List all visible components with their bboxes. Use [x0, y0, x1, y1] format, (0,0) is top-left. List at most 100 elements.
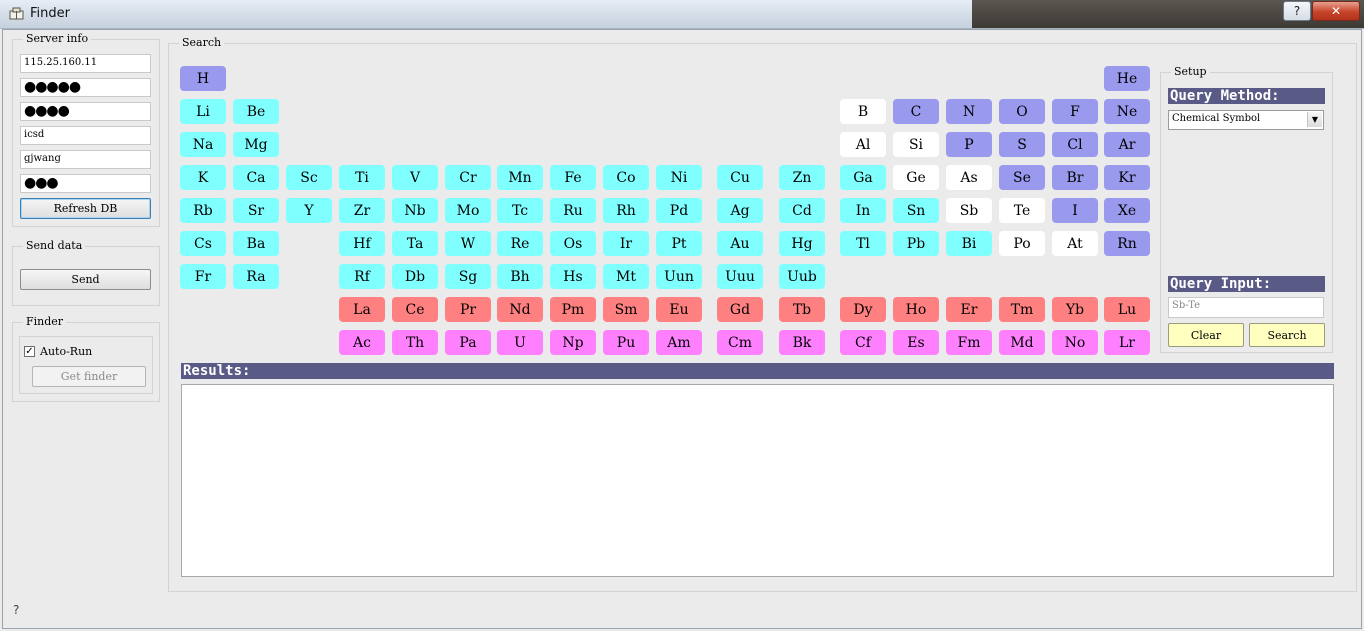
element-ge-button[interactable]: Ge [893, 165, 939, 190]
user-field[interactable]: gjwang [20, 150, 151, 169]
element-ca-button[interactable]: Ca [233, 165, 279, 190]
query-input-field[interactable]: Sb-Te [1168, 297, 1324, 318]
element-ra-button[interactable]: Ra [233, 264, 279, 289]
element-h-button[interactable]: H [180, 66, 226, 91]
element-u-button[interactable]: U [497, 330, 543, 355]
results-area[interactable] [181, 384, 1334, 577]
element-bh-button[interactable]: Bh [497, 264, 543, 289]
element-rh-button[interactable]: Rh [603, 198, 649, 223]
element-sb-button[interactable]: Sb [946, 198, 992, 223]
element-ba-button[interactable]: Ba [233, 231, 279, 256]
element-cd-button[interactable]: Cd [779, 198, 825, 223]
element-fe-button[interactable]: Fe [550, 165, 596, 190]
element-tb-button[interactable]: Tb [779, 297, 825, 322]
element-pu-button[interactable]: Pu [603, 330, 649, 355]
element-md-button[interactable]: Md [999, 330, 1045, 355]
element-sn-button[interactable]: Sn [893, 198, 939, 223]
element-zr-button[interactable]: Zr [339, 198, 385, 223]
element-rn-button[interactable]: Rn [1104, 231, 1150, 256]
element-hg-button[interactable]: Hg [779, 231, 825, 256]
element-ir-button[interactable]: Ir [603, 231, 649, 256]
element-b-button[interactable]: B [840, 99, 886, 124]
element-uuu-button[interactable]: Uuu [717, 264, 763, 289]
clear-button[interactable]: Clear [1168, 323, 1244, 347]
element-ti-button[interactable]: Ti [339, 165, 385, 190]
element-li-button[interactable]: Li [180, 99, 226, 124]
element-rf-button[interactable]: Rf [339, 264, 385, 289]
refresh-db-button[interactable]: Refresh DB [20, 198, 151, 219]
element-na-button[interactable]: Na [180, 132, 226, 157]
element-tc-button[interactable]: Tc [497, 198, 543, 223]
element-xe-button[interactable]: Xe [1104, 198, 1150, 223]
element-re-button[interactable]: Re [497, 231, 543, 256]
query-method-select[interactable]: Chemical Symbol ▼ [1168, 110, 1324, 130]
auto-run-checkbox[interactable]: ✓ [24, 346, 35, 357]
element-pm-button[interactable]: Pm [550, 297, 596, 322]
element-ne-button[interactable]: Ne [1104, 99, 1150, 124]
element-ho-button[interactable]: Ho [893, 297, 939, 322]
element-ga-button[interactable]: Ga [840, 165, 886, 190]
element-lu-button[interactable]: Lu [1104, 297, 1150, 322]
element-hs-button[interactable]: Hs [550, 264, 596, 289]
element-cl-button[interactable]: Cl [1052, 132, 1098, 157]
masked-field-2[interactable]: ●●●● [20, 102, 151, 121]
element-am-button[interactable]: Am [656, 330, 702, 355]
element-no-button[interactable]: No [1052, 330, 1098, 355]
element-hf-button[interactable]: Hf [339, 231, 385, 256]
element-sm-button[interactable]: Sm [603, 297, 649, 322]
send-button[interactable]: Send [20, 269, 151, 290]
element-si-button[interactable]: Si [893, 132, 939, 157]
element-v-button[interactable]: V [392, 165, 438, 190]
element-p-button[interactable]: P [946, 132, 992, 157]
element-y-button[interactable]: Y [286, 198, 332, 223]
element-gd-button[interactable]: Gd [717, 297, 763, 322]
element-cs-button[interactable]: Cs [180, 231, 226, 256]
element-i-button[interactable]: I [1052, 198, 1098, 223]
element-dy-button[interactable]: Dy [840, 297, 886, 322]
element-n-button[interactable]: N [946, 99, 992, 124]
element-te-button[interactable]: Te [999, 198, 1045, 223]
search-button[interactable]: Search [1249, 323, 1325, 347]
element-br-button[interactable]: Br [1052, 165, 1098, 190]
element-zn-button[interactable]: Zn [779, 165, 825, 190]
password-field[interactable]: ●●● [20, 174, 151, 193]
element-kr-button[interactable]: Kr [1104, 165, 1150, 190]
element-cm-button[interactable]: Cm [717, 330, 763, 355]
element-ni-button[interactable]: Ni [656, 165, 702, 190]
element-es-button[interactable]: Es [893, 330, 939, 355]
element-ce-button[interactable]: Ce [392, 297, 438, 322]
element-nd-button[interactable]: Nd [497, 297, 543, 322]
get-finder-button[interactable]: Get finder [32, 366, 146, 387]
element-os-button[interactable]: Os [550, 231, 596, 256]
element-eu-button[interactable]: Eu [656, 297, 702, 322]
element-fm-button[interactable]: Fm [946, 330, 992, 355]
element-mt-button[interactable]: Mt [603, 264, 649, 289]
element-in-button[interactable]: In [840, 198, 886, 223]
element-mn-button[interactable]: Mn [497, 165, 543, 190]
element-po-button[interactable]: Po [999, 231, 1045, 256]
element-uub-button[interactable]: Uub [779, 264, 825, 289]
host-field[interactable]: 115.25.160.11 [20, 54, 151, 73]
element-mg-button[interactable]: Mg [233, 132, 279, 157]
element-db-button[interactable]: Db [392, 264, 438, 289]
element-lr-button[interactable]: Lr [1104, 330, 1150, 355]
help-icon[interactable]: ? [13, 603, 19, 617]
database-field[interactable]: icsd [20, 126, 151, 145]
element-be-button[interactable]: Be [233, 99, 279, 124]
element-sr-button[interactable]: Sr [233, 198, 279, 223]
element-np-button[interactable]: Np [550, 330, 596, 355]
element-al-button[interactable]: Al [840, 132, 886, 157]
element-bk-button[interactable]: Bk [779, 330, 825, 355]
element-tl-button[interactable]: Tl [840, 231, 886, 256]
help-button[interactable]: ? [1283, 1, 1311, 21]
element-pd-button[interactable]: Pd [656, 198, 702, 223]
element-at-button[interactable]: At [1052, 231, 1098, 256]
element-pt-button[interactable]: Pt [656, 231, 702, 256]
element-cr-button[interactable]: Cr [445, 165, 491, 190]
element-mo-button[interactable]: Mo [445, 198, 491, 223]
element-cf-button[interactable]: Cf [840, 330, 886, 355]
element-la-button[interactable]: La [339, 297, 385, 322]
element-k-button[interactable]: K [180, 165, 226, 190]
element-sc-button[interactable]: Sc [286, 165, 332, 190]
element-bi-button[interactable]: Bi [946, 231, 992, 256]
